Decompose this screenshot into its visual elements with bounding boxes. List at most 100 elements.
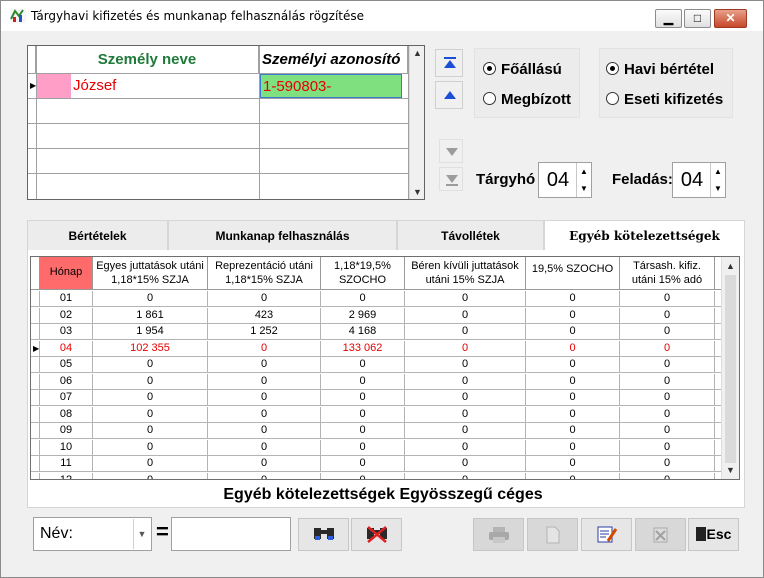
- filter-field-select[interactable]: Név: ▼: [33, 517, 152, 551]
- table-row[interactable]: 10 0 0 0 0 0 0: [31, 439, 721, 456]
- person-name-cell[interactable]: József: [73, 74, 116, 98]
- value-cell[interactable]: 0: [208, 373, 321, 390]
- first-record-button[interactable]: [435, 49, 463, 77]
- value-cell[interactable]: 0: [321, 456, 405, 472]
- value-cell[interactable]: 0: [526, 406, 620, 423]
- value-cell[interactable]: 0: [208, 472, 321, 479]
- radio-one-off-payment[interactable]: Eseti kifizetés: [606, 91, 723, 109]
- value-cell[interactable]: 0: [620, 390, 715, 406]
- value-cell[interactable]: 0: [321, 439, 405, 456]
- table-row[interactable]: 05 0 0 0 0 0 0: [31, 357, 721, 373]
- value-cell[interactable]: 0: [321, 291, 405, 307]
- value-cell[interactable]: 0: [405, 357, 526, 373]
- table-row[interactable]: 07 0 0 0 0 0 0: [31, 390, 721, 406]
- month-cell[interactable]: 05: [40, 357, 93, 373]
- previous-record-button[interactable]: [435, 81, 463, 109]
- col-header-month[interactable]: Hónap: [40, 257, 93, 290]
- search-button[interactable]: [298, 518, 349, 551]
- scroll-up-icon[interactable]: ▲: [410, 46, 424, 60]
- radio-monthly-payroll[interactable]: Havi bértétel: [606, 61, 714, 79]
- value-cell[interactable]: 0: [526, 456, 620, 472]
- print-button[interactable]: [473, 518, 524, 551]
- col-header-fringe-szja[interactable]: Béren kívüli juttatások utáni 15% SZJA: [405, 257, 526, 290]
- maximize-button[interactable]: □: [684, 9, 711, 28]
- value-cell[interactable]: 0: [620, 340, 715, 357]
- chevron-down-icon[interactable]: ▼: [133, 519, 150, 549]
- value-cell[interactable]: 0: [321, 390, 405, 406]
- value-cell[interactable]: 0: [208, 390, 321, 406]
- value-cell[interactable]: 0: [526, 439, 620, 456]
- tab-absences[interactable]: Távollétek: [397, 220, 544, 251]
- table-row[interactable]: 02 1 861 423 2 969 0 0 0: [31, 307, 721, 324]
- tab-workday-usage[interactable]: Munkanap felhasználás: [168, 220, 397, 251]
- exit-button[interactable]: Esc: [688, 518, 739, 551]
- value-cell[interactable]: 0: [526, 373, 620, 390]
- value-cell[interactable]: 0: [405, 307, 526, 324]
- value-cell[interactable]: 0: [526, 291, 620, 307]
- value-cell[interactable]: 0: [208, 456, 321, 472]
- month-cell[interactable]: 01: [40, 291, 93, 307]
- value-cell[interactable]: 0: [620, 456, 715, 472]
- table-row[interactable]: 08 0 0 0 0 0 0: [31, 406, 721, 423]
- clear-search-button[interactable]: [351, 518, 402, 551]
- value-cell[interactable]: 0: [620, 423, 715, 439]
- obligations-grid[interactable]: Hónap Egyes juttatások utáni 1,18*15% SZ…: [30, 256, 740, 480]
- value-cell[interactable]: 0: [321, 357, 405, 373]
- value-cell[interactable]: 0: [208, 406, 321, 423]
- value-cell[interactable]: 2 969: [321, 307, 405, 324]
- value-cell[interactable]: 0: [405, 439, 526, 456]
- value-cell[interactable]: 0: [208, 439, 321, 456]
- spin-up-icon[interactable]: ▲: [577, 163, 591, 180]
- person-name-header[interactable]: Személy neve: [36, 46, 259, 74]
- value-cell[interactable]: 0: [405, 373, 526, 390]
- value-cell[interactable]: 0: [405, 390, 526, 406]
- value-cell[interactable]: 133 062: [321, 340, 405, 357]
- person-id-header[interactable]: Személyi azonosító: [259, 46, 408, 74]
- value-cell[interactable]: 0: [208, 423, 321, 439]
- filter-value-input[interactable]: [171, 517, 291, 551]
- table-row[interactable]: 09 0 0 0 0 0 0: [31, 423, 721, 439]
- value-cell[interactable]: 4 168: [321, 324, 405, 340]
- value-cell[interactable]: 0: [620, 357, 715, 373]
- month-cell[interactable]: 04: [40, 340, 93, 357]
- scroll-down-icon[interactable]: ▼: [410, 185, 424, 199]
- close-button[interactable]: ✕: [714, 9, 747, 28]
- value-cell[interactable]: 0: [321, 373, 405, 390]
- value-cell[interactable]: 1 252: [208, 324, 321, 340]
- table-row[interactable]: 12 0 0 0 0 0 0: [31, 472, 721, 479]
- value-cell[interactable]: 0: [321, 406, 405, 423]
- value-cell[interactable]: 0: [526, 357, 620, 373]
- month-cell[interactable]: 12: [40, 472, 93, 479]
- last-record-button[interactable]: [439, 167, 463, 191]
- value-cell[interactable]: 0: [208, 291, 321, 307]
- value-cell[interactable]: 0: [405, 423, 526, 439]
- col-header-szocho-118[interactable]: 1,18*19,5% SZOCHO: [321, 257, 405, 290]
- table-row[interactable]: 01 0 0 0 0 0 0: [31, 291, 721, 307]
- value-cell[interactable]: 0: [93, 357, 208, 373]
- value-cell[interactable]: 0: [620, 472, 715, 479]
- month-cell[interactable]: 07: [40, 390, 93, 406]
- value-cell[interactable]: 0: [526, 307, 620, 324]
- subject-month-spinner[interactable]: 04 ▲ ▼: [538, 162, 592, 198]
- value-cell[interactable]: 0: [526, 324, 620, 340]
- month-cell[interactable]: 02: [40, 307, 93, 324]
- value-cell[interactable]: 0: [93, 291, 208, 307]
- tab-payroll-items[interactable]: Bértételek: [27, 220, 168, 251]
- table-row[interactable]: 03 1 954 1 252 4 168 0 0 0: [31, 324, 721, 340]
- subject-month-arrows[interactable]: ▲ ▼: [576, 163, 591, 197]
- col-header-benefits-szja[interactable]: Egyes juttatások utáni 1,18*15% SZJA: [93, 257, 208, 290]
- value-cell[interactable]: 0: [321, 423, 405, 439]
- posting-month-spinner[interactable]: 04 ▲ ▼: [672, 162, 726, 198]
- value-cell[interactable]: 0: [620, 406, 715, 423]
- person-grid-scrollbar[interactable]: ▲ ▼: [409, 46, 424, 199]
- value-cell[interactable]: 0: [620, 307, 715, 324]
- person-id-cell[interactable]: 1-590803-: [260, 74, 402, 98]
- posting-month-value[interactable]: 04: [673, 163, 711, 197]
- value-cell[interactable]: 0: [208, 340, 321, 357]
- value-cell[interactable]: 0: [526, 423, 620, 439]
- value-cell[interactable]: 0: [93, 472, 208, 479]
- value-cell[interactable]: 0: [526, 472, 620, 479]
- edit-button[interactable]: [581, 518, 632, 551]
- month-cell[interactable]: 10: [40, 439, 93, 456]
- radio-main-job[interactable]: Főállású: [483, 61, 562, 79]
